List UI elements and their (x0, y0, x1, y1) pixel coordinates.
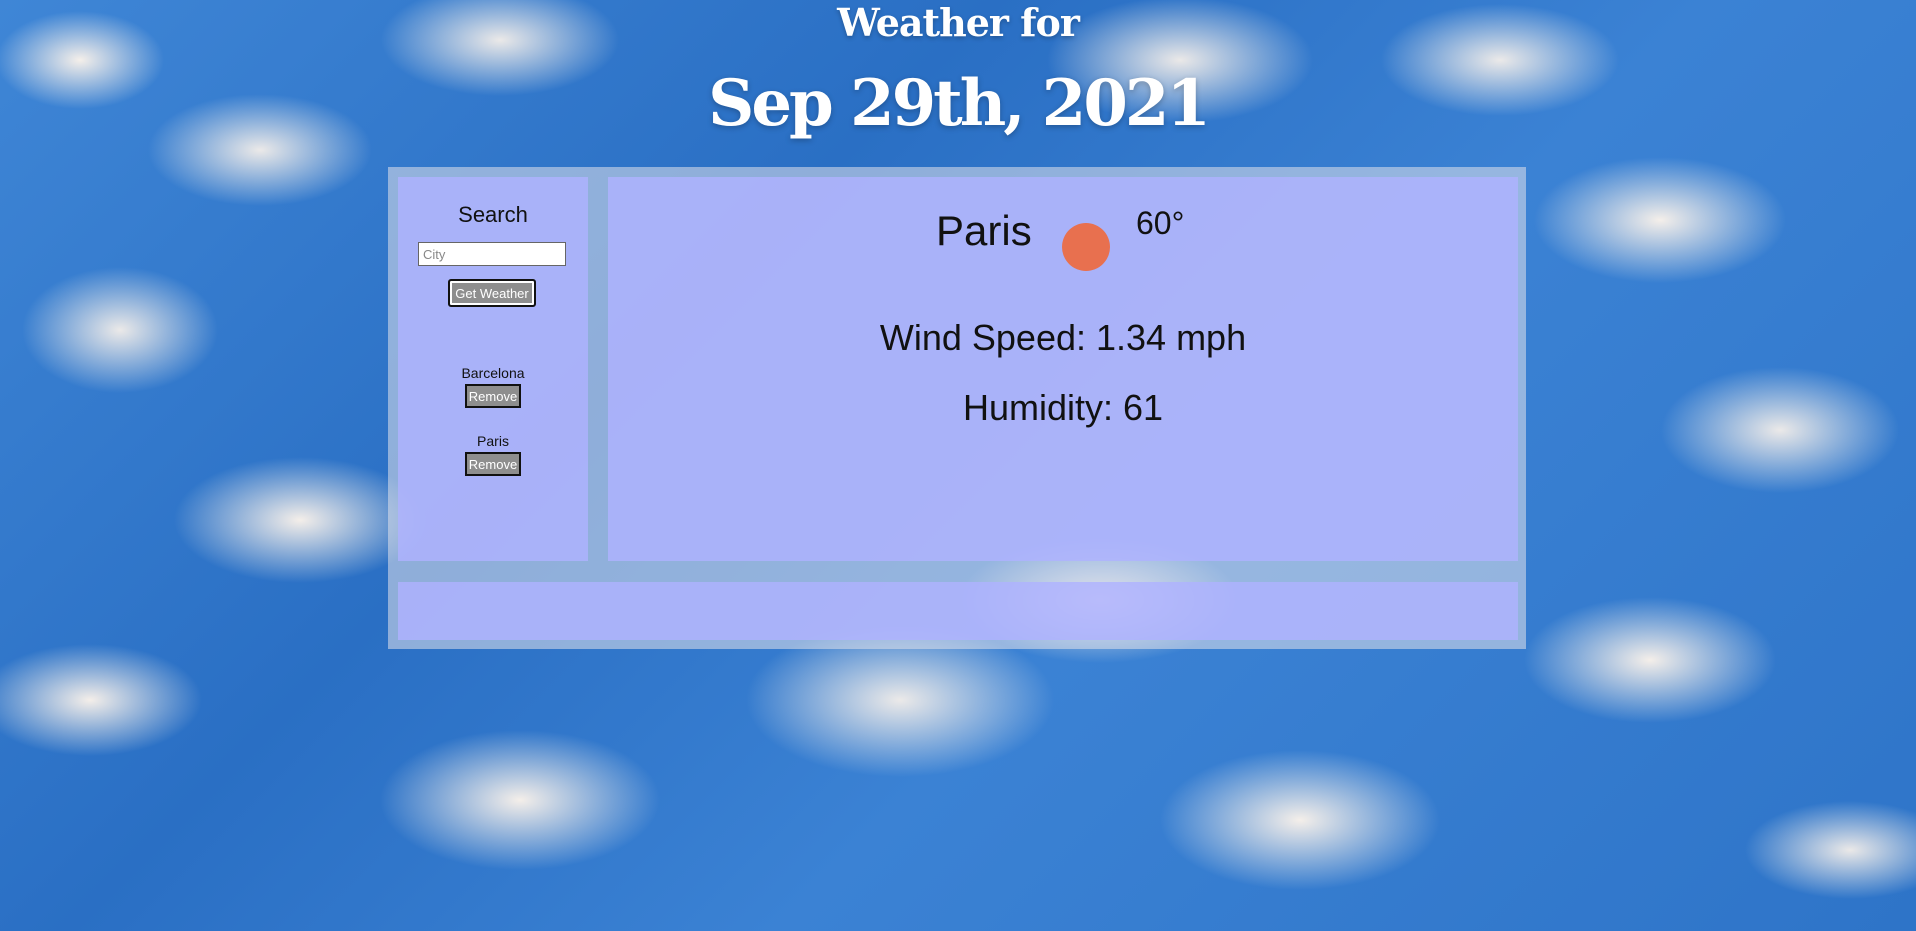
saved-cities-list: Barcelona Remove Paris Remove (398, 365, 588, 501)
search-panel: Search Get Weather Barcelona Remove Pari… (398, 177, 588, 561)
humidity: Humidity: 61 (962, 387, 1164, 428)
remove-city-button[interactable]: Remove (465, 384, 521, 408)
page-title: Weather for (837, 0, 1080, 45)
wind-speed: Wind Speed: 1.34 mph (879, 317, 1247, 358)
current-weather-panel: Paris 60° Wind Speed: 1.34 mph Humidity:… (608, 177, 1518, 561)
sun-icon (1062, 223, 1110, 271)
saved-city-name[interactable]: Paris (398, 433, 588, 449)
get-weather-button[interactable]: Get Weather (448, 279, 536, 307)
forecast-panel (398, 582, 1518, 640)
current-date: Sep 29th, 2021 (708, 66, 1211, 141)
temperature: 60° (1136, 205, 1185, 241)
city-search-input[interactable] (418, 242, 566, 266)
saved-city-name[interactable]: Barcelona (398, 365, 588, 381)
list-item: Barcelona Remove (398, 365, 588, 433)
list-item: Paris Remove (398, 433, 588, 501)
remove-city-button[interactable]: Remove (465, 452, 521, 476)
current-city-name: Paris (936, 207, 1032, 254)
search-heading: Search (458, 202, 528, 227)
